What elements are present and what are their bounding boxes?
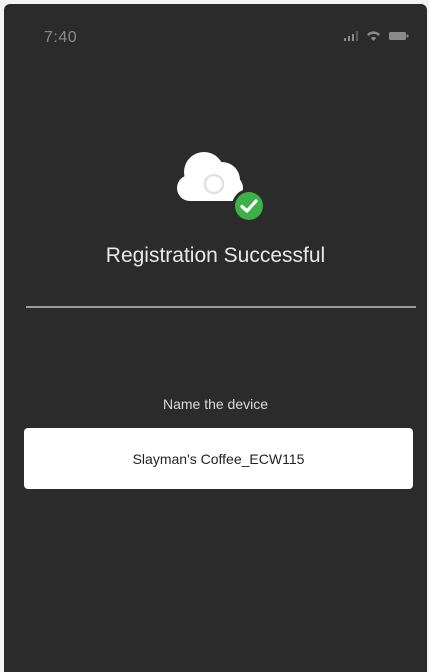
battery-icon (389, 31, 409, 41)
registration-status-graphic (174, 144, 274, 224)
checkmark-badge-icon (232, 189, 266, 223)
status-time: 7:40 (44, 29, 78, 46)
device-name-label: Name the device (162, 396, 269, 412)
wifi-icon (366, 30, 381, 41)
divider (26, 306, 416, 308)
page-title: Registration Successful (105, 244, 326, 267)
status-icons (344, 30, 409, 41)
device-name-input[interactable] (24, 428, 413, 489)
status-bar: 7:40 (4, 4, 427, 64)
signal-icon (344, 30, 358, 41)
app-screen: 7:40 Registration Successful Name the de… (4, 4, 427, 672)
